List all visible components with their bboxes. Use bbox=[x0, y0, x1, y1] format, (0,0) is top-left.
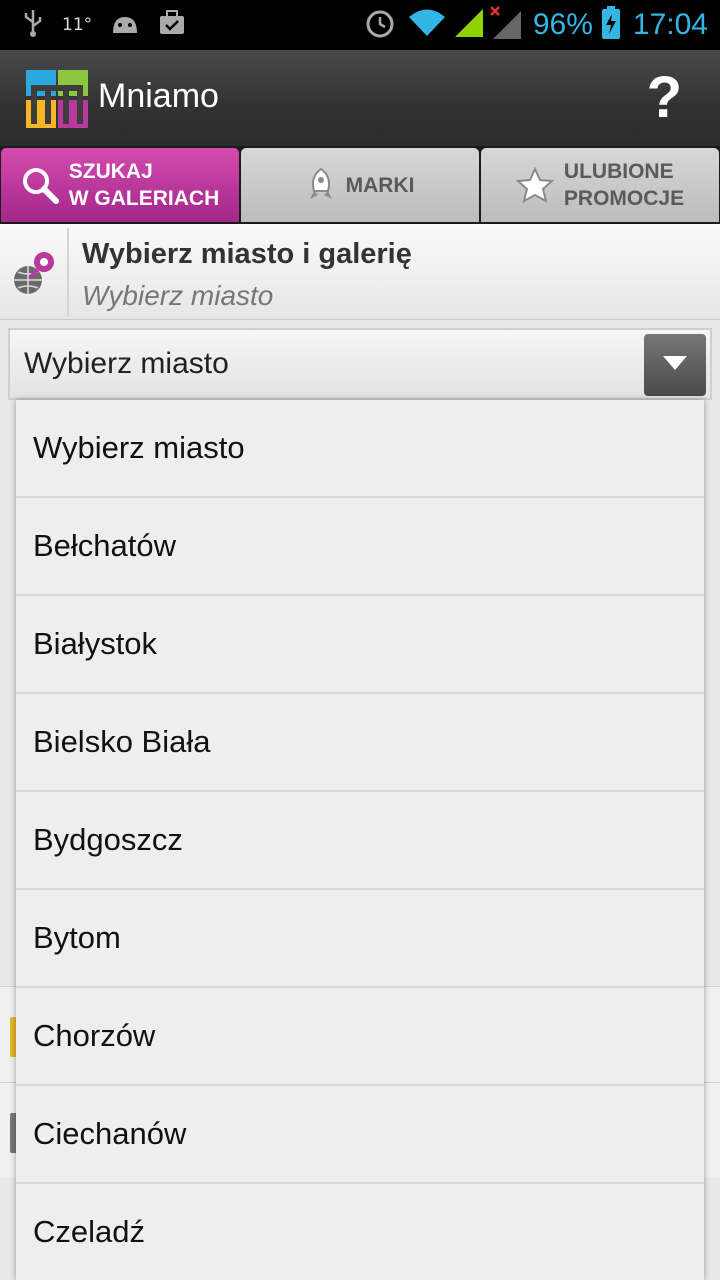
list-item[interactable]: Ciechanów bbox=[16, 1086, 704, 1184]
status-bar: 11° 96% 17:04 bbox=[0, 0, 720, 50]
list-item[interactable]: Wybierz miasto bbox=[16, 400, 704, 498]
triangle-down-icon bbox=[662, 355, 688, 376]
tab-bar: SZUKAJ W GALERIACH MARKI ULUBIONE PROMOC… bbox=[0, 146, 720, 224]
alarm-icon bbox=[363, 6, 397, 45]
list-item-label: Bytom bbox=[33, 920, 121, 955]
app-title: Mniamo bbox=[98, 77, 219, 115]
list-item[interactable]: Bydgoszcz bbox=[16, 792, 704, 890]
list-item-label: Bielsko Biała bbox=[33, 724, 211, 759]
tab-label-line1: SZUKAJ bbox=[68, 160, 153, 183]
tab-search-galleries[interactable]: SZUKAJ W GALERIACH bbox=[1, 148, 239, 222]
tab-label: SZUKAJ W GALERIACH bbox=[69, 158, 220, 212]
tab-label-line2: W GALERIACH bbox=[68, 187, 220, 210]
signal-icon bbox=[453, 7, 485, 44]
wifi-icon bbox=[407, 8, 447, 43]
globe-location-icon bbox=[10, 250, 58, 301]
android-icon bbox=[110, 11, 140, 40]
rocket-tag-icon bbox=[306, 167, 336, 203]
spinner-dropdown-button[interactable] bbox=[644, 334, 706, 396]
battery-percent: 96% bbox=[532, 8, 593, 41]
star-icon bbox=[515, 167, 554, 203]
location-header: Wybierz miasto i galerię Wybierz miasto bbox=[0, 224, 720, 320]
tab-label: ULUBIONE PROMOCJE bbox=[564, 158, 684, 212]
tab-brands[interactable]: MARKI bbox=[241, 148, 479, 222]
spinner-selected-value: Wybierz miasto bbox=[24, 347, 229, 380]
action-bar: Mniamo ? bbox=[0, 50, 720, 146]
list-item-label: Bydgoszcz bbox=[33, 822, 183, 857]
signal-no-service-icon bbox=[489, 5, 523, 46]
temperature-text: 11° bbox=[62, 15, 93, 35]
list-item-label: Białystok bbox=[33, 626, 158, 661]
battery-charging-icon bbox=[601, 5, 621, 45]
help-button[interactable]: ? bbox=[647, 64, 682, 131]
list-item[interactable]: Bielsko Biała bbox=[16, 694, 704, 792]
list-item[interactable]: Białystok bbox=[16, 596, 704, 694]
page-title: Wybierz miasto i galerię bbox=[82, 238, 412, 270]
tab-label: MARKI bbox=[345, 173, 415, 197]
tab-label-line1: ULUBIONE bbox=[563, 160, 674, 183]
briefcase-icon bbox=[158, 9, 186, 41]
search-icon bbox=[21, 166, 59, 204]
list-item-label: Chorzów bbox=[33, 1018, 156, 1053]
city-dropdown-list: Wybierz miasto Bełchatów Białystok Biels… bbox=[16, 400, 704, 1280]
list-item[interactable]: Bełchatów bbox=[16, 498, 704, 596]
header-divider bbox=[67, 228, 69, 316]
tab-favourite-promotions[interactable]: ULUBIONE PROMOCJE bbox=[481, 148, 719, 222]
usb-icon bbox=[22, 8, 44, 43]
city-spinner[interactable]: Wybierz miasto bbox=[8, 328, 712, 400]
page-subtitle: Wybierz miasto bbox=[82, 280, 274, 311]
clock-time: 17:04 bbox=[632, 8, 708, 41]
list-item-label: Ciechanów bbox=[33, 1116, 187, 1151]
tab-label-line2: PROMOCJE bbox=[563, 187, 685, 210]
list-item-label: Wybierz miasto bbox=[33, 430, 245, 465]
list-item-label: Bełchatów bbox=[33, 528, 177, 563]
list-item[interactable]: Czeladź bbox=[16, 1184, 704, 1280]
list-item[interactable]: Bytom bbox=[16, 890, 704, 988]
list-item-label: Czeladź bbox=[33, 1214, 145, 1249]
app-logo-icon[interactable] bbox=[26, 68, 88, 130]
list-item[interactable]: Chorzów bbox=[16, 988, 704, 1086]
